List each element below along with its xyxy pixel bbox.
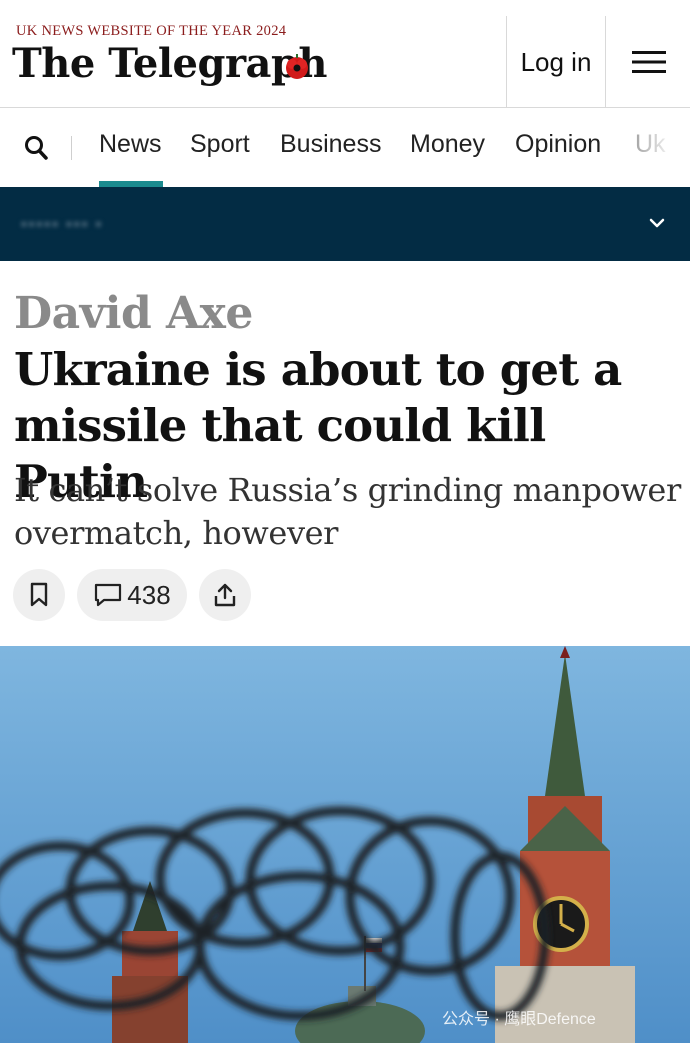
author-name[interactable]: David Axe: [14, 288, 253, 339]
article-standfirst: It can’t solve Russia’s grinding manpowe…: [14, 471, 681, 552]
bookmark-button[interactable]: [13, 569, 65, 621]
comment-count: 438: [127, 579, 171, 610]
nav-item-sport[interactable]: Sport: [190, 130, 250, 159]
hamburger-menu-icon[interactable]: [632, 50, 666, 74]
telegraph-logo[interactable]: The Telegraph: [12, 44, 328, 84]
comments-button[interactable]: 438: [77, 569, 187, 621]
image-watermark: 公众号 · 鹰眼Defence: [442, 1011, 596, 1028]
comment-icon: [95, 583, 122, 607]
search-icon[interactable]: [24, 135, 48, 161]
article-hero-image: [0, 646, 690, 1043]
section-dropdown-bar[interactable]: ▪▪▪▪▪ ▪▪▪ ▪: [0, 187, 690, 261]
award-banner: UK NEWS WEBSITE OF THE YEAR 2024: [16, 23, 287, 39]
share-icon: [214, 583, 236, 607]
nav-item-business[interactable]: Business: [280, 130, 381, 159]
nav-fade: [630, 108, 690, 187]
poppy-icon: [286, 54, 308, 79]
bookmark-icon: [30, 582, 48, 607]
nav-divider: [71, 136, 72, 160]
section-nav: News Sport Business Money Opinion Uk: [0, 108, 690, 187]
login-button[interactable]: Log in: [506, 16, 606, 108]
nav-item-opinion[interactable]: Opinion: [515, 130, 601, 159]
nav-item-money[interactable]: Money: [410, 130, 485, 159]
share-button[interactable]: [199, 569, 251, 621]
nav-item-news[interactable]: News: [99, 130, 162, 159]
blurred-section-label: ▪▪▪▪▪ ▪▪▪ ▪: [20, 211, 103, 236]
login-label: Log in: [520, 46, 592, 77]
chevron-down-icon[interactable]: [648, 217, 666, 229]
site-header: UK NEWS WEBSITE OF THE YEAR 2024 The Tel…: [0, 0, 690, 108]
